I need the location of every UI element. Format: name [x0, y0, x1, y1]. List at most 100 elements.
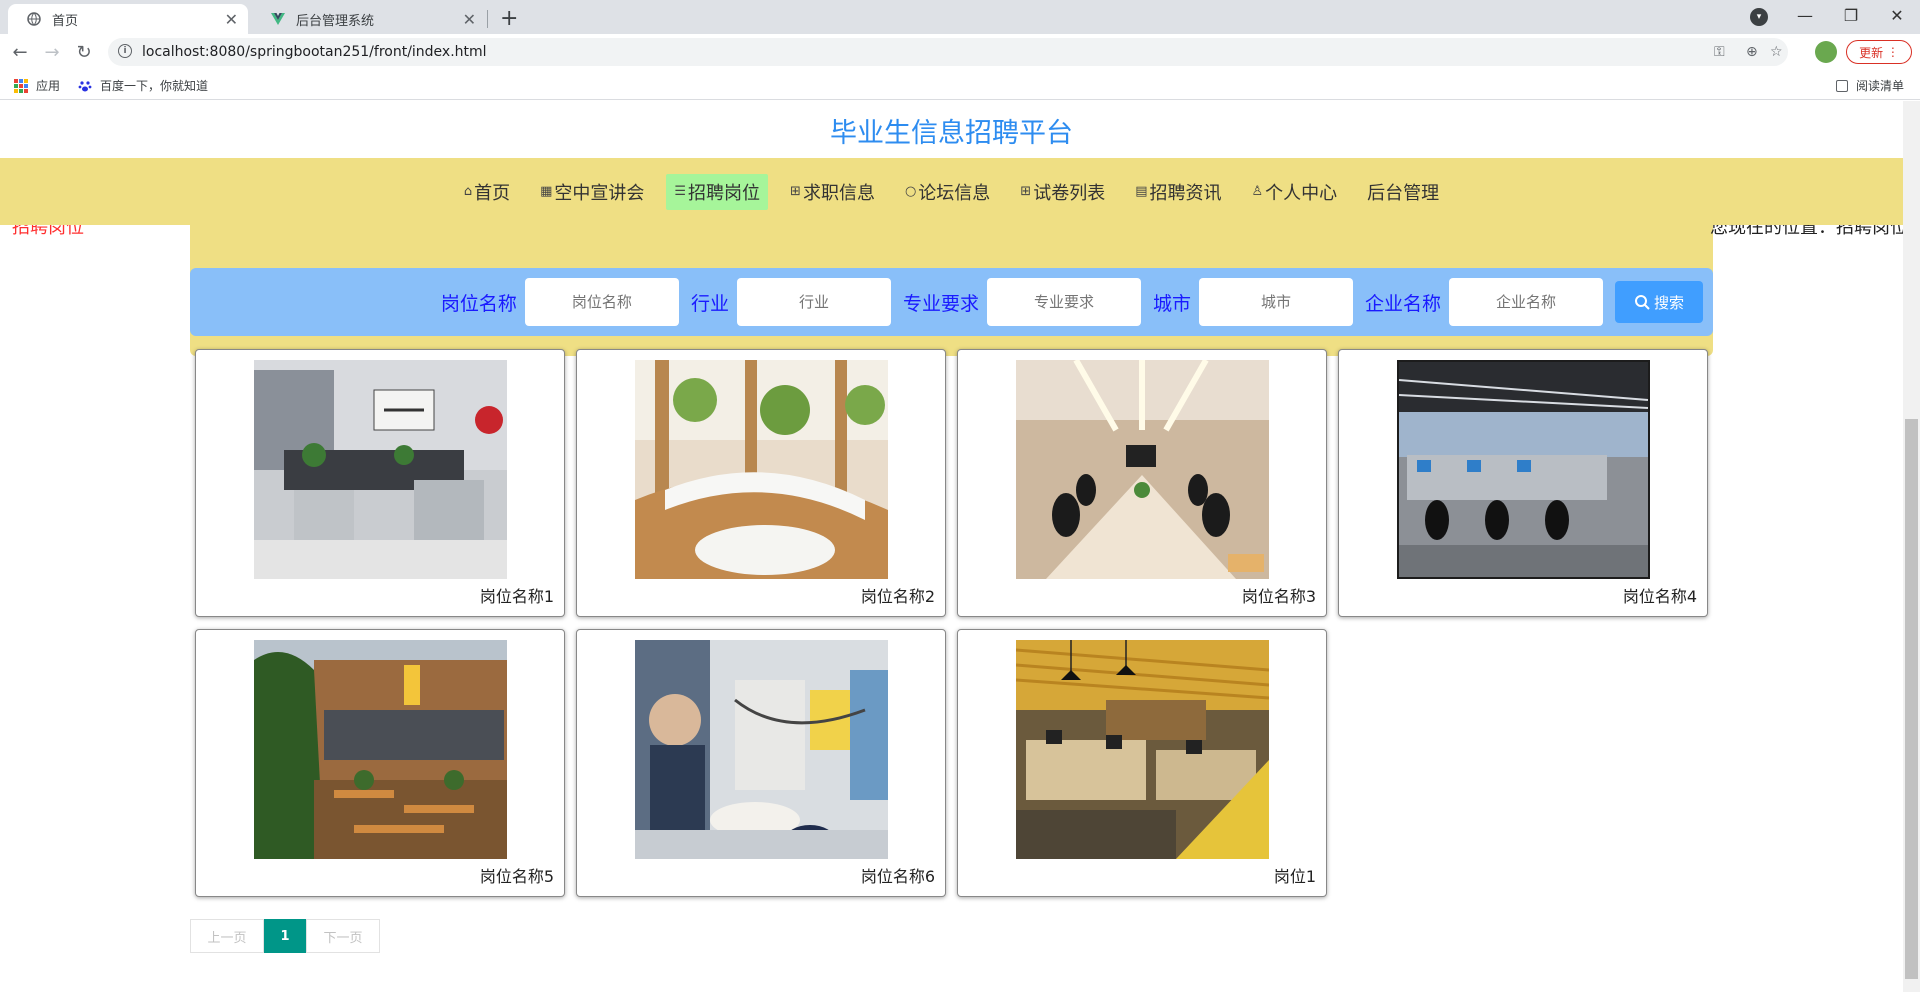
address-bar-row: ← → ↻ i localhost:8080/springbootan251/f… — [0, 34, 1920, 70]
close-tab-icon[interactable]: ✕ — [463, 10, 476, 29]
job-card[interactable]: 岗位1 — [957, 629, 1327, 897]
nav-item-forum[interactable]: ○ 论坛信息 — [897, 174, 998, 210]
tab-search-icon[interactable]: ▾ — [1750, 8, 1768, 26]
key-icon[interactable]: ⚿ — [1714, 44, 1725, 60]
bookmarks-bar: 应用 百度一下，你就知道 阅读清单 — [0, 70, 1920, 100]
nav-label: 空中宣讲会 — [554, 182, 645, 204]
company-input[interactable] — [1449, 278, 1603, 326]
industry-input[interactable] — [736, 278, 891, 326]
nav-item-admin[interactable]: 后台管理 — [1359, 174, 1447, 210]
job-photo-restaurant — [254, 640, 507, 859]
bookmark-apps[interactable]: 应用 — [14, 77, 60, 94]
job-card[interactable]: 岗位名称1 — [195, 349, 565, 617]
nav-item-news[interactable]: ▤ 招聘资讯 — [1127, 174, 1229, 210]
job-title: 岗位名称3 — [1241, 587, 1316, 606]
grid-icon: ▦ — [540, 184, 553, 199]
nav-item-home[interactable]: ⌂ 首页 — [456, 174, 518, 210]
bookmark-label: 百度一下，你就知道 — [100, 79, 209, 93]
job-title: 岗位1 — [1273, 867, 1316, 886]
nav-label: 招聘资讯 — [1149, 182, 1222, 204]
vue-logo-icon — [270, 11, 286, 27]
nav-label: 个人中心 — [1265, 182, 1338, 204]
tab-title: 首页 — [52, 13, 79, 29]
pagination: 上一页 1 下一页 — [190, 919, 380, 953]
job-card[interactable]: 岗位名称2 — [576, 349, 946, 617]
bookmark-baidu[interactable]: 百度一下，你就知道 — [78, 77, 208, 94]
user-icon: ♙ — [1251, 184, 1264, 199]
nav-label: 论坛信息 — [918, 182, 991, 204]
major-input[interactable] — [986, 278, 1141, 326]
city-input[interactable] — [1198, 278, 1353, 326]
scrollbar-thumb[interactable] — [1905, 419, 1918, 979]
site-title: 毕业生信息招聘平台 — [830, 118, 1073, 149]
main-nav: ⌂ 首页 ▦ 空中宣讲会 ☰ 招聘岗位 ⊞ 求职信息 ○ 论坛信息 ⊞ 试卷列表… — [0, 158, 1903, 225]
job-title: 岗位名称1 — [479, 587, 554, 606]
nav-item-exams[interactable]: ⊞ 试卷列表 — [1012, 174, 1113, 210]
new-tab-icon[interactable]: + — [500, 6, 518, 31]
search-panel: 岗位名称 行业 专业要求 城市 企业名称 搜索 — [190, 268, 1713, 336]
search-button-label: 搜索 — [1653, 293, 1684, 312]
job-title: 岗位名称2 — [860, 587, 935, 606]
document-icon: ▤ — [1135, 184, 1148, 199]
job-photo-meeting-room — [1016, 360, 1269, 579]
page-viewport: 招聘岗位 您现在的位置：招聘岗位 毕业生信息招聘平台 ⌂ 首页 ▦ 空中宣讲会 … — [0, 101, 1920, 992]
job-name-input[interactable] — [524, 278, 679, 326]
job-title: 岗位名称5 — [479, 867, 554, 886]
apps-grid-icon — [14, 78, 28, 93]
page-scrollbar[interactable] — [1903, 101, 1920, 992]
search-icon — [1634, 295, 1650, 310]
job-card[interactable]: 岗位名称6 — [576, 629, 946, 897]
home-icon: ⌂ — [463, 184, 473, 199]
update-button[interactable]: 更新 ⋮ — [1846, 40, 1912, 64]
nav-item-job-seeking[interactable]: ⊞ 求职信息 — [782, 174, 883, 210]
prev-page-button[interactable]: 上一页 — [190, 919, 264, 953]
omnibox[interactable]: i localhost:8080/springbootan251/front/i… — [108, 38, 1788, 66]
bookmark-star-icon[interactable]: ☆ — [1770, 44, 1783, 60]
restore-icon[interactable]: ❐ — [1828, 0, 1874, 30]
job-title: 岗位名称6 — [860, 867, 935, 886]
circle-icon: ○ — [904, 184, 917, 199]
nav-item-profile[interactable]: ♙ 个人中心 — [1244, 174, 1346, 210]
job-photo-office — [254, 360, 507, 579]
url-text: localhost:8080/springbootan251/front/ind… — [142, 44, 487, 60]
zoom-icon[interactable]: ⊕ — [1746, 44, 1758, 60]
reading-list-icon — [1836, 79, 1848, 92]
job-photo-cubicles — [1397, 360, 1650, 579]
search-label-job-name: 岗位名称 — [440, 292, 517, 315]
browser-tab-home[interactable]: 首页 ✕ — [8, 4, 248, 34]
reading-list[interactable]: 阅读清单 — [1836, 77, 1904, 94]
site-info-icon[interactable]: i — [118, 44, 132, 58]
back-arrow-icon[interactable]: ← — [8, 40, 32, 64]
search-label-city: 城市 — [1152, 292, 1191, 315]
tab-separator — [487, 10, 488, 28]
search-label-major: 专业要求 — [902, 292, 979, 315]
forward-arrow-icon[interactable]: → — [40, 40, 64, 64]
profile-avatar[interactable] — [1815, 41, 1837, 63]
search-button[interactable]: 搜索 — [1615, 281, 1703, 323]
tab-title: 后台管理系统 — [296, 13, 375, 29]
bookmark-label: 应用 — [36, 79, 61, 93]
minimize-icon[interactable]: — — [1782, 0, 1828, 30]
nav-item-jobs[interactable]: ☰ 招聘岗位 — [666, 173, 769, 210]
nav-label: 试卷列表 — [1033, 182, 1106, 204]
nav-label: 招聘岗位 — [688, 182, 761, 204]
next-page-button[interactable]: 下一页 — [306, 919, 380, 953]
nav-label: 求职信息 — [802, 182, 875, 204]
job-photo-lounge — [635, 360, 888, 579]
nav-item-sky-talk[interactable]: ▦ 空中宣讲会 — [532, 174, 652, 210]
browser-tab-admin[interactable]: 后台管理系统 ✕ — [252, 4, 486, 34]
sliders-icon: ☰ — [674, 184, 687, 199]
reload-icon[interactable]: ↻ — [72, 40, 96, 64]
job-card[interactable]: 岗位名称5 — [195, 629, 565, 897]
nav-label: 首页 — [474, 182, 511, 204]
search-label-company: 企业名称 — [1364, 292, 1441, 315]
close-tab-icon[interactable]: ✕ — [225, 10, 238, 29]
job-card[interactable]: 岗位名称4 — [1338, 349, 1708, 617]
job-card[interactable]: 岗位名称3 — [957, 349, 1327, 617]
page-number-current[interactable]: 1 — [264, 919, 306, 953]
search-label-industry: 行业 — [690, 292, 729, 315]
apps-icon: ⊞ — [1020, 184, 1032, 199]
update-label: 更新 — [1859, 45, 1884, 60]
window-close-icon[interactable]: ✕ — [1874, 0, 1920, 30]
baidu-paw-icon — [78, 79, 92, 93]
